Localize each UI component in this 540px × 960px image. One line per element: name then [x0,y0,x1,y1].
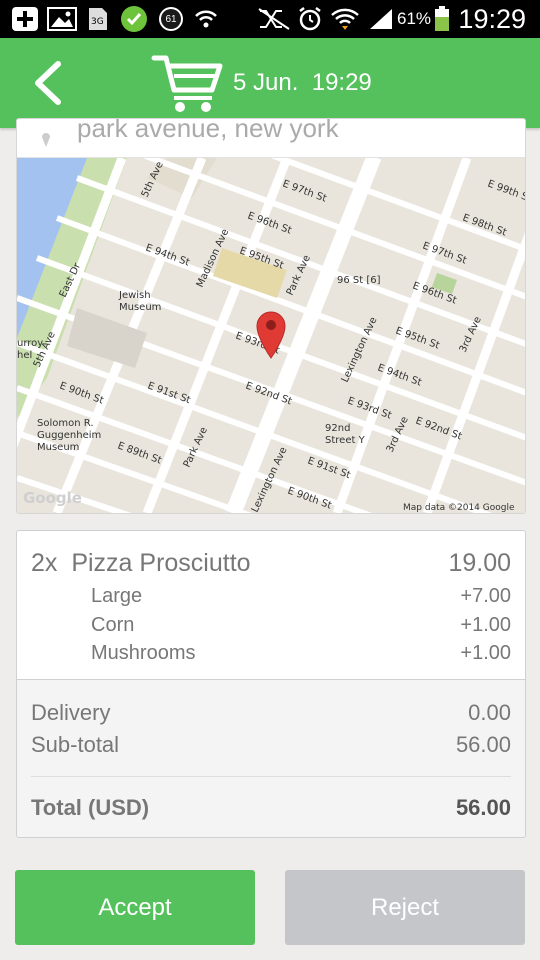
wifi-icon [331,6,359,32]
order-summary: Delivery 0.00 Sub-total 56.00 Total (USD) 5… [17,680,525,837]
clock: 19:29 [458,4,526,34]
svg-text:3G: 3G [91,17,104,27]
svg-text:Jewish: Jewish [118,290,151,301]
total-row: Total (USD) 56.00 [31,795,511,820]
battery-icon [432,6,452,32]
page-title: 5 Jun. 19:29 [233,69,372,96]
alarm-icon [297,6,323,32]
wifi-hotspot-icon [194,6,218,32]
order-card: 2x Pizza Prosciutto 19.00 Large +7.00 Co… [16,530,526,838]
order-item: 2x Pizza Prosciutto 19.00 Large +7.00 Co… [17,531,525,680]
option-row: Corn +1.00 [91,614,511,636]
subtotal-row: Sub-total 56.00 [31,732,511,757]
svg-text:96 St [6]: 96 St [6] [337,275,381,286]
app-bar: 5 Jun. 19:29 [0,38,540,128]
back-arrow-icon[interactable] [30,60,70,106]
image-icon [46,6,78,32]
item-qty: 2x [31,549,58,577]
map-view[interactable]: E 97th St E 96th St E 95th St E 94th St … [17,119,525,513]
item-name: Pizza Prosciutto [71,549,251,577]
item-row: 2x Pizza Prosciutto 19.00 [31,549,511,578]
svg-text:92nd: 92nd [325,423,350,434]
svg-text:Museum: Museum [119,302,161,313]
signal-icon [367,6,395,32]
delivery-row: Delivery 0.00 [31,700,511,725]
shopping-cart-icon [150,52,226,114]
address-text: park avenue, new york [77,118,339,143]
nfc-mute-icon [256,6,292,32]
item-price: 19.00 [448,549,511,577]
svg-text:hel: hel [17,350,32,361]
svg-text:urroy: urroy [17,338,43,349]
badge-icon: 61 [157,6,185,32]
svg-text:Museum: Museum [37,442,79,453]
sim-3g-icon: 3G [86,6,110,32]
add-notification-icon [10,6,40,32]
reject-button[interactable]: Reject [285,870,525,945]
svg-text:Guggenheim: Guggenheim [37,430,101,441]
summary-divider [31,776,511,777]
battery-percent: 61% [397,9,432,28]
svg-text:Solomon R.: Solomon R. [37,418,94,429]
option-row: Mushrooms +1.00 [91,642,511,664]
map-card: park avenue, new york E 97th St E 96th S… [16,118,526,514]
address-bar: park avenue, new york [17,119,525,158]
svg-text:Map data ©2014 Google: Map data ©2014 Google [403,503,515,513]
check-icon [120,6,148,32]
accept-button[interactable]: Accept [15,870,255,945]
svg-text:Google: Google [23,489,82,507]
status-bar: 3G 61 61% 19:29 [0,0,540,38]
location-pin-icon [41,129,51,147]
svg-text:Street Y: Street Y [325,435,366,446]
option-row: Large +7.00 [91,585,511,607]
